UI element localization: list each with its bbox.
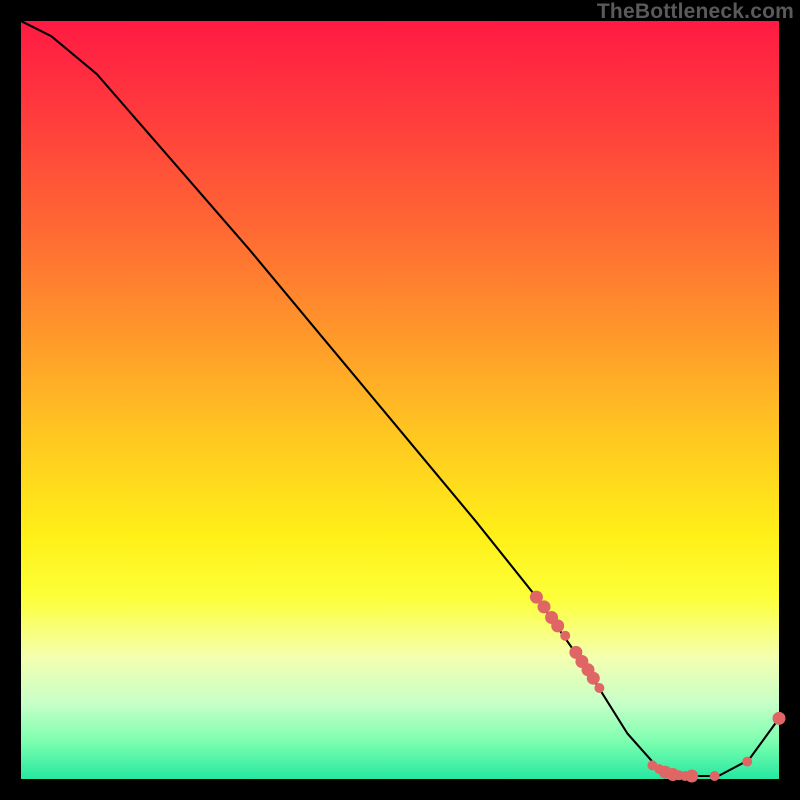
- marker-dot: [560, 631, 570, 641]
- chart-svg: [21, 21, 779, 779]
- highlight-markers: [530, 591, 786, 783]
- marker-dot: [538, 600, 551, 613]
- chart-stage: TheBottleneck.com: [0, 0, 800, 800]
- marker-dot: [710, 771, 720, 781]
- marker-dot: [551, 619, 564, 632]
- marker-dot: [587, 672, 600, 685]
- marker-dot: [594, 683, 604, 693]
- marker-dot: [742, 757, 752, 767]
- plot-area: [21, 21, 779, 779]
- marker-dot: [773, 712, 786, 725]
- watermark-text: TheBottleneck.com: [597, 0, 794, 24]
- marker-dot: [685, 770, 698, 783]
- bottleneck-curve: [21, 21, 779, 776]
